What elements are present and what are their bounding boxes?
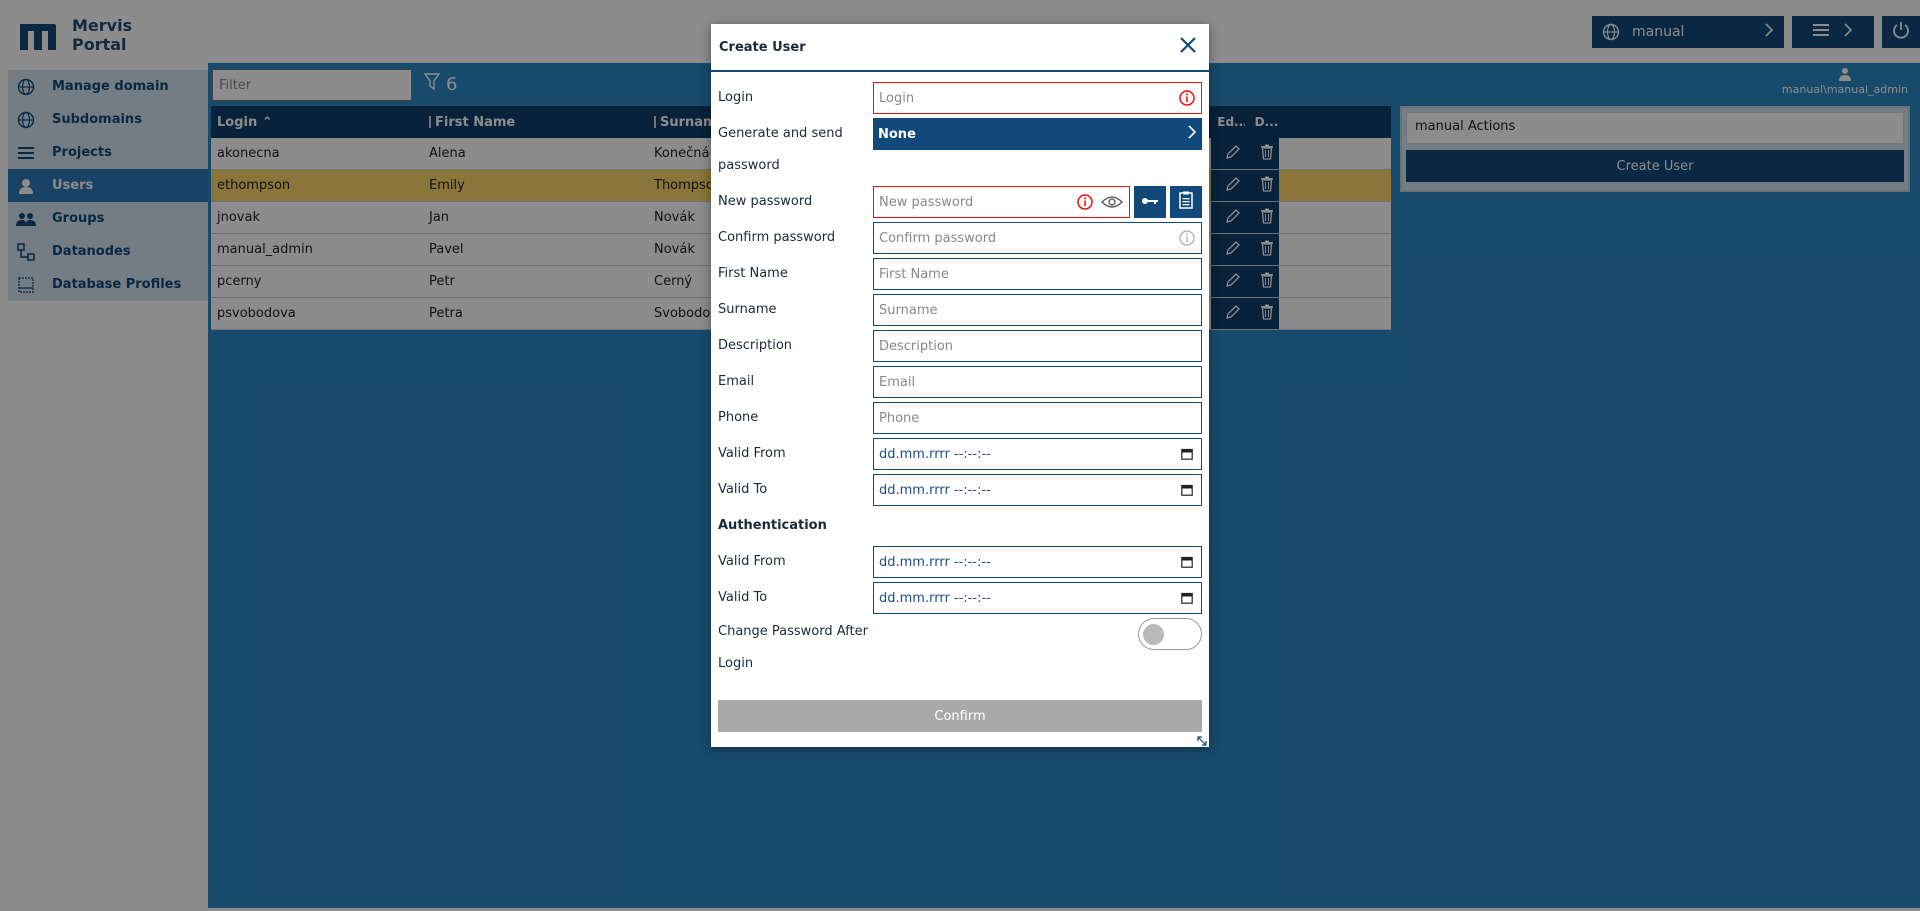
new-password-label: New password (718, 194, 813, 209)
confirm-password-input[interactable]: Confirm password (873, 222, 1202, 254)
confirm-password-label: Confirm password (718, 230, 836, 245)
eye-icon[interactable] (1100, 193, 1124, 211)
calendar-icon[interactable] (1178, 589, 1196, 607)
copy-password-button[interactable] (1170, 186, 1202, 218)
confirm-password-row: Confirm password Confirm password (718, 220, 1202, 256)
change-password-row: Change Password After Login (718, 616, 1202, 684)
calendar-icon[interactable] (1178, 553, 1196, 571)
auth-valid-from-label: Valid From (718, 554, 786, 569)
valid-to-placeholder: dd.mm.rrrr --:--:-- (879, 482, 991, 498)
dialog-header: Create User (711, 24, 1209, 72)
auth-valid-to-label: Valid To (718, 590, 768, 605)
surname-input[interactable]: Surname (873, 294, 1202, 326)
info-icon (1178, 229, 1196, 247)
auth-valid-to-placeholder: dd.mm.rrrr --:--:-- (879, 590, 991, 606)
auth-valid-from-input[interactable]: dd.mm.rrrr --:--:-- (873, 546, 1202, 578)
email-placeholder: Email (879, 374, 916, 390)
chevron-right-icon (1187, 125, 1197, 143)
auth-valid-from-placeholder: dd.mm.rrrr --:--:-- (879, 554, 991, 570)
login-label: Login (718, 90, 754, 105)
first-name-row: First Name First Name (718, 256, 1202, 292)
auth-valid-from-row: Valid From dd.mm.rrrr --:--:-- (718, 544, 1202, 580)
change-password-label: Change Password After Login (718, 616, 873, 680)
auth-valid-to-row: Valid To dd.mm.rrrr --:--:-- (718, 580, 1202, 616)
email-input[interactable]: Email (873, 366, 1202, 398)
error-info-icon (1178, 89, 1196, 107)
auth-valid-to-input[interactable]: dd.mm.rrrr --:--:-- (873, 582, 1202, 614)
authentication-heading: Authentication (718, 518, 827, 533)
change-password-label-line2: Login (718, 656, 754, 671)
resize-handle-icon[interactable] (1197, 735, 1207, 746)
valid-to-row: Valid To dd.mm.rrrr --:--:-- (718, 472, 1202, 508)
login-row: Login Login (718, 80, 1202, 116)
new-password-row: New password New password (718, 184, 1202, 220)
email-row: Email Email (718, 364, 1202, 400)
login-input[interactable]: Login (873, 82, 1202, 114)
generate-password-select[interactable]: None (873, 118, 1202, 150)
surname-placeholder: Surname (879, 302, 938, 318)
new-password-placeholder: New password (879, 194, 974, 210)
first-name-label: First Name (718, 266, 788, 281)
key-icon (1141, 195, 1159, 210)
surname-label: Surname (718, 302, 777, 317)
change-password-label-line1: Change Password After (718, 624, 868, 639)
calendar-icon[interactable] (1178, 481, 1196, 499)
create-user-dialog: Create User Login Login Generate and sen… (711, 24, 1209, 747)
description-placeholder: Description (879, 338, 954, 354)
new-password-input[interactable]: New password (873, 186, 1130, 218)
change-password-toggle[interactable] (1138, 618, 1202, 650)
phone-label: Phone (718, 410, 759, 425)
first-name-placeholder: First Name (879, 266, 949, 282)
dialog-title: Create User (719, 39, 806, 55)
phone-row: Phone Phone (718, 400, 1202, 436)
generate-password-label: Generate and send password (718, 126, 843, 173)
surname-row: Surname Surname (718, 292, 1202, 328)
clipboard-icon (1179, 191, 1193, 213)
confirm-password-placeholder: Confirm password (879, 230, 997, 246)
description-label: Description (718, 338, 793, 353)
dialog-body: Login Login Generate and send password N… (711, 72, 1209, 732)
valid-from-label: Valid From (718, 446, 786, 461)
generate-password-value: None (878, 126, 916, 142)
email-label: Email (718, 374, 755, 389)
description-row: Description Description (718, 328, 1202, 364)
toggle-knob (1143, 624, 1164, 645)
phone-input[interactable]: Phone (873, 402, 1202, 434)
description-input[interactable]: Description (873, 330, 1202, 362)
login-placeholder: Login (879, 90, 915, 106)
valid-from-placeholder: dd.mm.rrrr --:--:-- (879, 446, 991, 462)
close-icon (1179, 36, 1197, 58)
error-info-icon (1076, 193, 1094, 211)
valid-from-row: Valid From dd.mm.rrrr --:--:-- (718, 436, 1202, 472)
valid-from-input[interactable]: dd.mm.rrrr --:--:-- (873, 438, 1202, 470)
generate-key-button[interactable] (1134, 186, 1166, 218)
phone-placeholder: Phone (879, 410, 920, 426)
first-name-input[interactable]: First Name (873, 258, 1202, 290)
authentication-section-row: Authentication (718, 508, 1202, 544)
close-button[interactable] (1175, 34, 1201, 60)
calendar-icon[interactable] (1178, 445, 1196, 463)
valid-to-label: Valid To (718, 482, 768, 497)
confirm-button[interactable]: Confirm (718, 700, 1202, 732)
generate-password-row: Generate and send password None (718, 116, 1202, 184)
valid-to-input[interactable]: dd.mm.rrrr --:--:-- (873, 474, 1202, 506)
